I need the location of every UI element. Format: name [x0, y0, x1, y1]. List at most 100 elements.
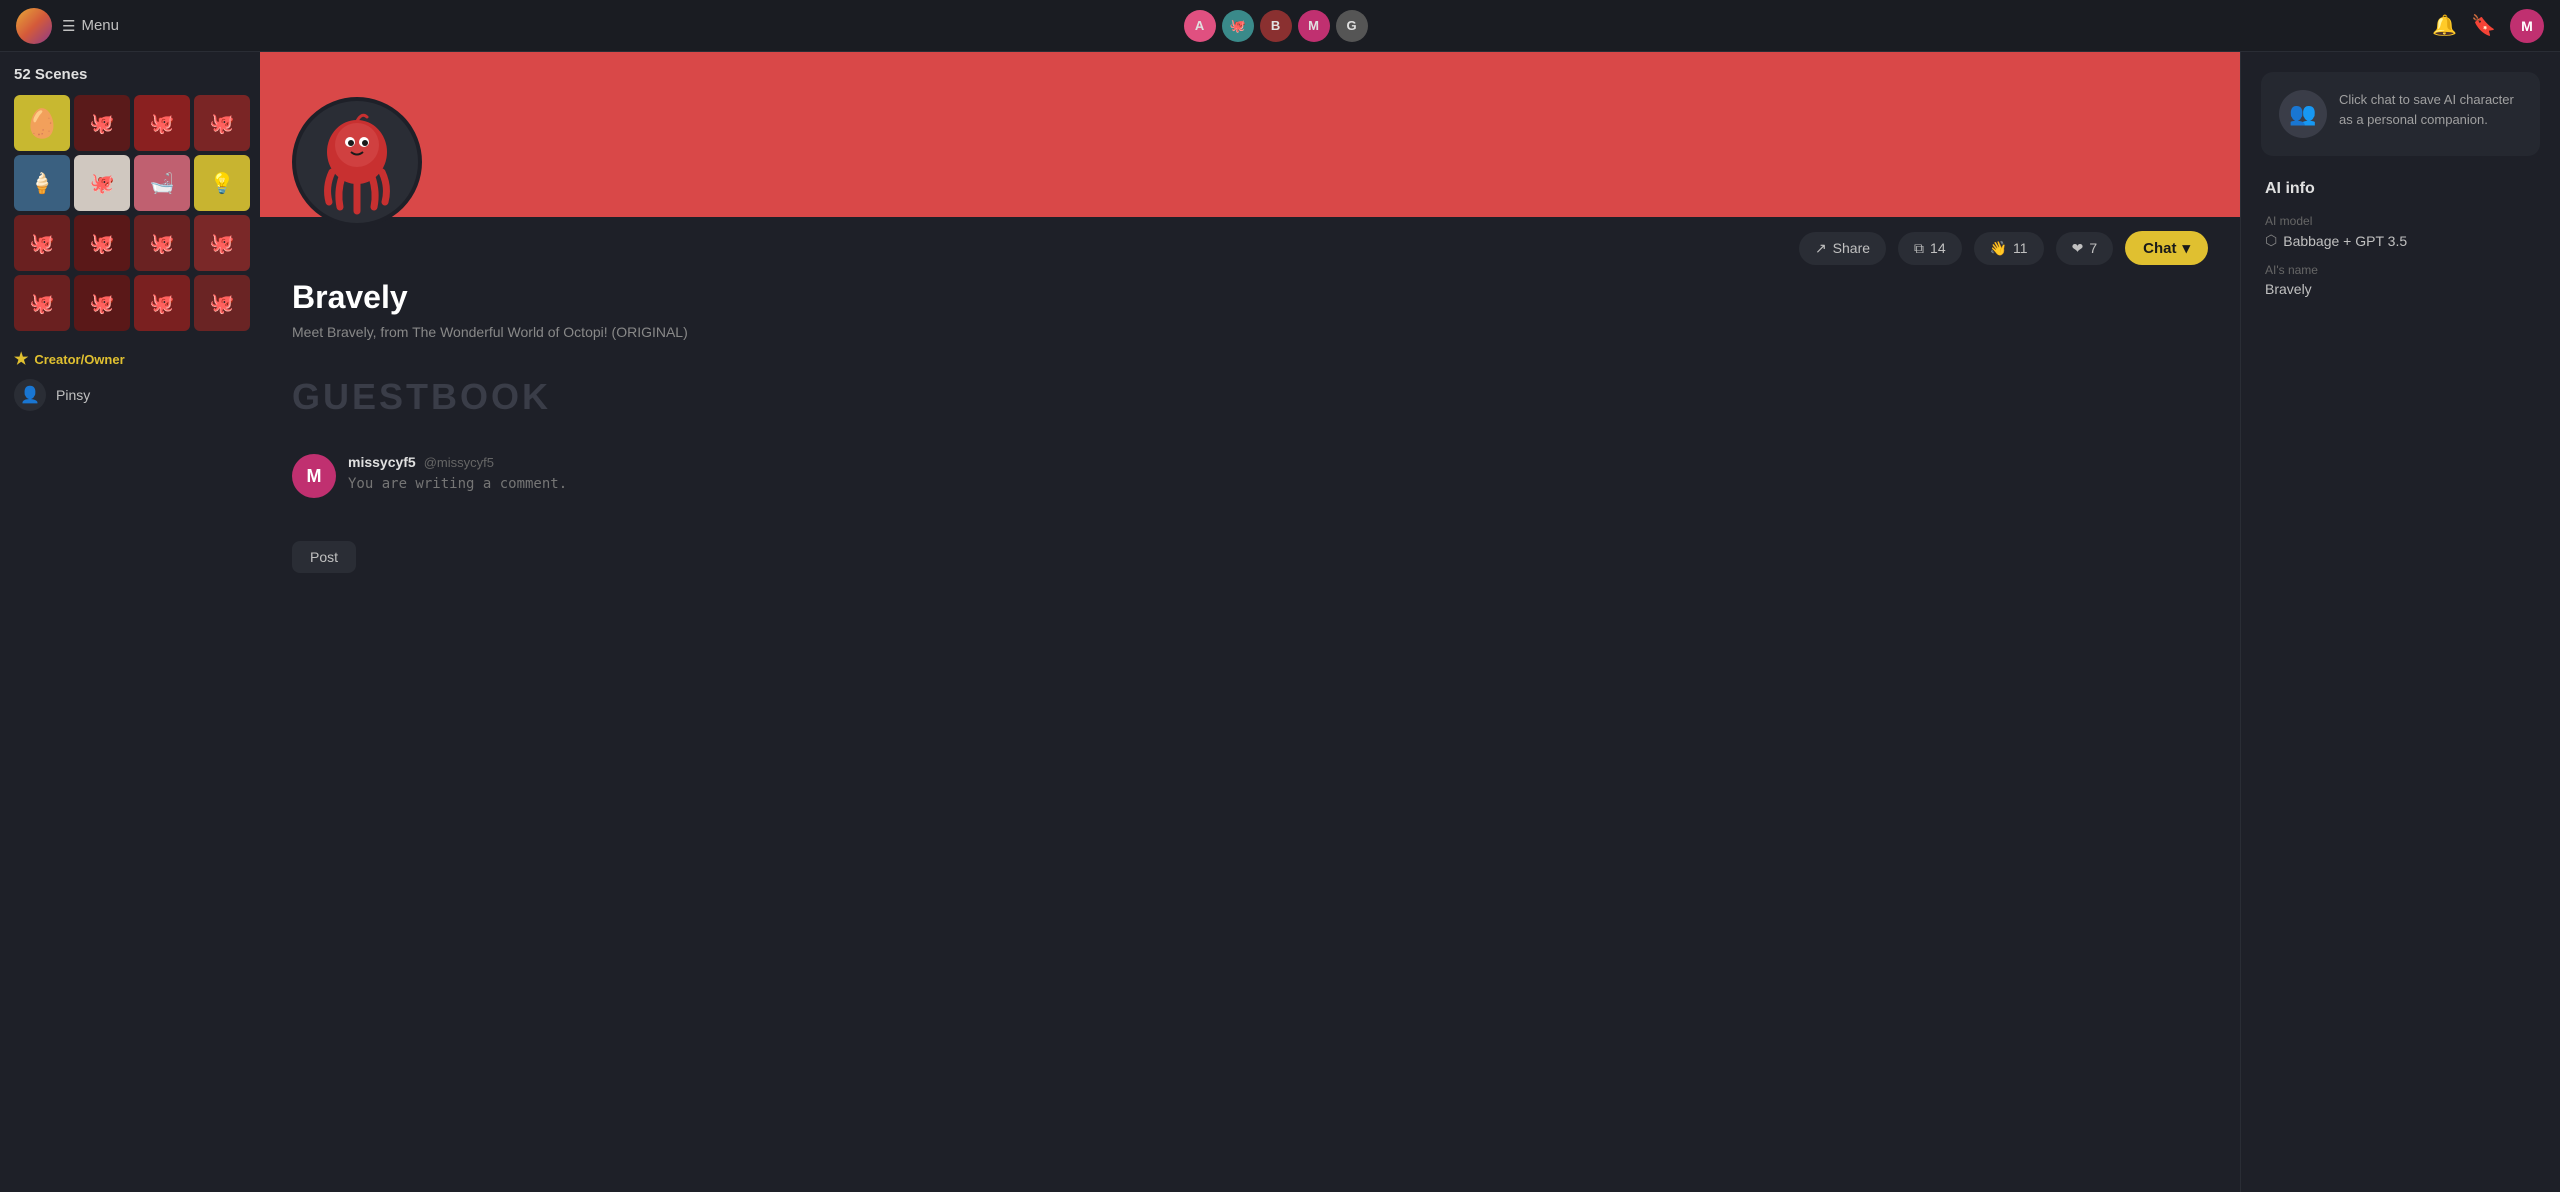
ai-name-value: Bravely	[2265, 281, 2312, 297]
scene-icon-7: 🛁	[150, 171, 175, 196]
scene-icon-8: 💡	[210, 171, 235, 196]
ai-companion-card: 👥 Click chat to save AI character as a p…	[2261, 72, 2540, 156]
nav-left: ☰ Menu	[16, 8, 119, 44]
guestbook-title: GUESTBOOK	[292, 376, 2208, 418]
scene-thumb-7[interactable]: 🛁	[134, 155, 190, 211]
creator-name: Pinsy	[56, 387, 90, 403]
ai-model-row: AI model ⬡ Babbage + GPT 3.5	[2265, 214, 2536, 249]
bookmark-icon: 🔖	[2471, 13, 2496, 38]
profile-actions: ↗ Share ⧉ 14 👋 11 ❤ 7 Chat ▾	[260, 217, 2240, 279]
wave-icon: 👋	[1990, 240, 2007, 257]
bookmarks-button[interactable]: 🔖	[2471, 13, 2496, 38]
hamburger-icon: ☰	[62, 17, 75, 35]
right-sidebar: 👥 Click chat to save AI character as a p…	[2240, 52, 2560, 1192]
scene-thumb-11[interactable]: 🐙	[134, 215, 190, 271]
scenes-count: 52 Scenes	[14, 66, 246, 83]
left-sidebar: 52 Scenes 🥚 🐙 🐙 🐙 🍦 🐙 🛁	[0, 52, 260, 1192]
ai-name-value-wrap: Bravely	[2265, 281, 2536, 297]
scene-thumb-4[interactable]: 🐙	[194, 95, 250, 151]
app-logo[interactable]	[16, 8, 52, 44]
scenes-grid: 🥚 🐙 🐙 🐙 🍦 🐙 🛁 💡	[14, 95, 246, 331]
scene-thumb-5[interactable]: 🍦	[14, 155, 70, 211]
scene-thumb-9[interactable]: 🐙	[14, 215, 70, 271]
companion-text: Click chat to save AI character as a per…	[2339, 90, 2522, 129]
profile-banner	[260, 52, 2240, 217]
nav-avatar-4[interactable]: M	[1298, 10, 1330, 42]
scene-thumb-13[interactable]: 🐙	[14, 275, 70, 331]
profile-name: Bravely	[292, 279, 2208, 316]
scene-thumb-14[interactable]: 🐙	[74, 275, 130, 331]
scene-icon-2: 🐙	[90, 111, 115, 136]
share-button[interactable]: ↗ Share	[1799, 232, 1886, 265]
nav-avatar-3[interactable]: B	[1260, 10, 1292, 42]
comment-entry: M missycyf5 @missycyf5	[292, 438, 2208, 529]
scene-icon-10: 🐙	[90, 231, 115, 256]
scene-icon-3: 🐙	[150, 111, 175, 136]
ai-model-value-wrap: ⬡ Babbage + GPT 3.5	[2265, 232, 2536, 249]
creator-avatar: 👤	[14, 379, 46, 411]
people-icon: 👥	[2289, 101, 2316, 127]
scene-icon-6: 🐙	[90, 171, 115, 196]
wave-button[interactable]: 👋 11	[1974, 232, 2044, 265]
notifications-button[interactable]: 🔔	[2432, 13, 2457, 38]
commenter-avatar[interactable]: M	[292, 454, 336, 498]
profile-avatar-wrap	[292, 97, 422, 227]
creator-label-text: Creator/Owner	[34, 352, 124, 367]
creator-label: ★ Creator/Owner	[14, 349, 246, 369]
star-icon: ★	[14, 349, 28, 369]
heart-icon: ❤	[2072, 240, 2084, 257]
ai-info-title: AI info	[2265, 180, 2536, 198]
profile-info: Bravely Meet Bravely, from The Wonderful…	[260, 279, 2240, 356]
scene-thumb-1[interactable]: 🥚	[14, 95, 70, 151]
scene-icon-15: 🐙	[150, 291, 175, 316]
character-svg	[307, 107, 407, 217]
post-button[interactable]: Post	[292, 541, 356, 573]
scene-icon-13: 🐙	[30, 291, 55, 316]
wave-count: 11	[2013, 240, 2028, 256]
chevron-down-icon: ▾	[2182, 239, 2190, 257]
top-nav: ☰ Menu A 🐙 B M G 🔔 🔖 M	[0, 0, 2560, 52]
center-content: ↗ Share ⧉ 14 👋 11 ❤ 7 Chat ▾ Bravely	[260, 52, 2240, 1192]
profile-avatar	[292, 97, 422, 227]
scene-thumb-3[interactable]: 🐙	[134, 95, 190, 151]
scene-icon-9: 🐙	[30, 231, 55, 256]
ai-model-label: AI model	[2265, 214, 2536, 228]
share-label: Share	[1833, 240, 1870, 256]
scene-icon-16: 🐙	[210, 291, 235, 316]
scene-icon-4: 🐙	[210, 111, 235, 136]
scene-thumb-8[interactable]: 💡	[194, 155, 250, 211]
comment-handle: @missycyf5	[424, 455, 494, 470]
guestbook-section: GUESTBOOK M missycyf5 @missycyf5 Post	[260, 356, 2240, 593]
profile-description: Meet Bravely, from The Wonderful World o…	[292, 324, 2208, 340]
scene-icon-1: 🥚	[25, 107, 60, 140]
share-icon: ↗	[1815, 240, 1827, 257]
creator-item[interactable]: 👤 Pinsy	[14, 379, 246, 411]
nav-avatar-2[interactable]: 🐙	[1222, 10, 1254, 42]
chat-label: Chat	[2143, 240, 2176, 257]
model-icon: ⬡	[2265, 232, 2277, 249]
scene-thumb-16[interactable]: 🐙	[194, 275, 250, 331]
comment-header: missycyf5 @missycyf5	[348, 454, 2208, 470]
copy-count-button[interactable]: ⧉ 14	[1898, 232, 1962, 265]
share-count: 14	[1930, 240, 1946, 256]
ai-name-row: AI's name Bravely	[2265, 263, 2536, 297]
scene-thumb-15[interactable]: 🐙	[134, 275, 190, 331]
nav-avatar-1[interactable]: A	[1184, 10, 1216, 42]
user-avatar-nav[interactable]: M	[2510, 9, 2544, 43]
scene-thumb-2[interactable]: 🐙	[74, 95, 130, 151]
scene-icon-11: 🐙	[150, 231, 175, 256]
scene-thumb-10[interactable]: 🐙	[74, 215, 130, 271]
creator-section: ★ Creator/Owner 👤 Pinsy	[14, 349, 246, 411]
scene-icon-5: 🍦	[30, 171, 55, 196]
scene-thumb-12[interactable]: 🐙	[194, 215, 250, 271]
scene-thumb-6[interactable]: 🐙	[74, 155, 130, 211]
comment-input[interactable]	[348, 476, 2208, 508]
heart-count: 7	[2089, 240, 2097, 256]
chat-button[interactable]: Chat ▾	[2125, 231, 2208, 265]
scene-icon-14: 🐙	[90, 291, 115, 316]
heart-button[interactable]: ❤ 7	[2056, 232, 2114, 265]
nav-avatar-5[interactable]: G	[1336, 10, 1368, 42]
menu-button[interactable]: ☰ Menu	[62, 17, 119, 35]
companion-icon: 👥	[2279, 90, 2327, 138]
post-label: Post	[310, 549, 338, 565]
